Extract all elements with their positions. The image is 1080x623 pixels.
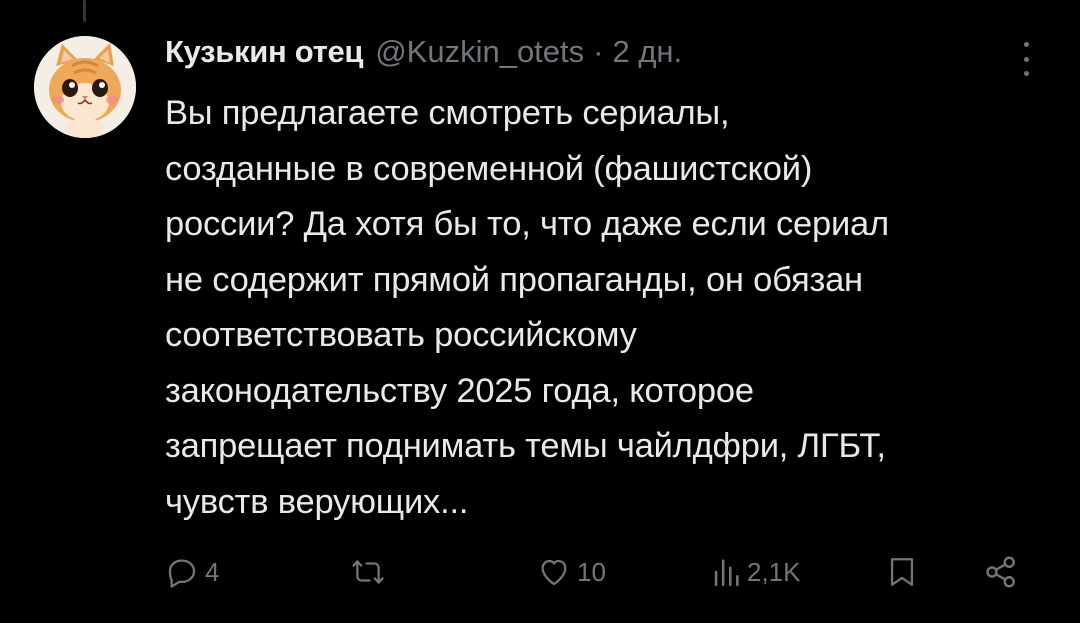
views-icon [714, 559, 739, 587]
repost-button[interactable] [350, 548, 386, 596]
share-icon [986, 556, 1015, 588]
author-name[interactable]: Кузькин отец [165, 34, 363, 70]
separator-dot: · [593, 34, 604, 69]
author-handle[interactable]: @Kuzkin_otets [375, 34, 584, 70]
action-bar: 4 10 2,1K [165, 548, 1035, 596]
bookmark-icon [890, 558, 914, 586]
tweet-text: Вы предлагаете смотреть сериалы, созданн… [165, 94, 889, 521]
reply-button[interactable]: 4 [165, 548, 219, 596]
reply-icon [168, 559, 196, 588]
like-button[interactable]: 10 [537, 548, 606, 596]
share-button[interactable] [983, 548, 1019, 596]
views-count: 2,1K [747, 556, 801, 587]
avatar[interactable] [34, 36, 136, 138]
bookmark-button[interactable] [885, 548, 919, 596]
heart-icon [541, 559, 567, 586]
timestamp[interactable]: 2 дн. [612, 34, 682, 70]
kitten-avatar-icon [34, 36, 136, 138]
tweet-header: Кузькин отец @Kuzkin_otets · 2 дн. [165, 34, 1000, 84]
views-button[interactable]: 2,1K [711, 548, 801, 596]
repost-icon [352, 560, 384, 584]
thread-connector-line [83, 0, 86, 22]
more-vertical-icon[interactable] [1015, 42, 1037, 76]
like-count: 10 [577, 556, 606, 587]
reply-count: 4 [205, 556, 220, 587]
